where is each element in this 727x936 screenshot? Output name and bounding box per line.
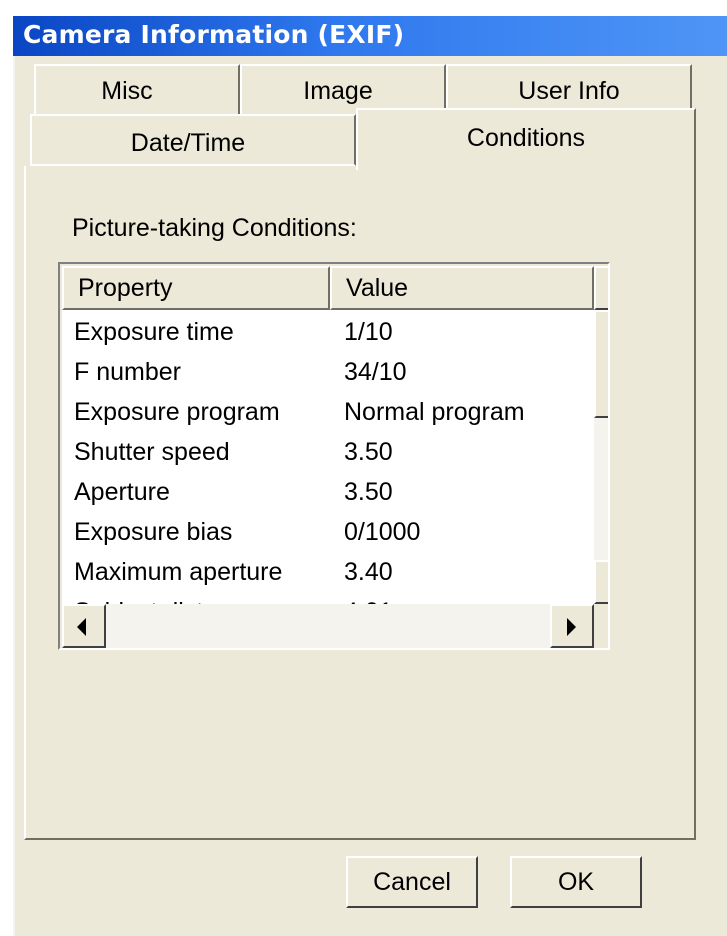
property-cell: Exposure program [74, 398, 280, 426]
tab-conditions-label: Conditions [466, 124, 586, 152]
vertical-scroll-thumb[interactable] [594, 310, 608, 418]
scroll-right-button[interactable] [550, 604, 594, 648]
value-cell: 3.40 [344, 558, 393, 586]
arrow-right-icon [567, 618, 576, 636]
list-item[interactable]: Maximum aperture 3.40 [62, 552, 594, 592]
tab-misc[interactable]: Misc [34, 64, 240, 114]
value-cell: 34/10 [344, 358, 407, 386]
property-cell: Aperture [74, 478, 170, 506]
tab-conditions[interactable]: Conditions [356, 108, 696, 170]
ok-button[interactable]: OK [510, 856, 642, 908]
vertical-scrollbar[interactable] [594, 266, 608, 604]
window-title: Camera Information (EXIF) [23, 20, 405, 49]
cancel-button[interactable]: Cancel [346, 856, 478, 908]
value-cell: Normal program [344, 398, 525, 426]
list-item[interactable]: Exposure program Normal program [62, 392, 594, 432]
scrollbar-corner [594, 604, 608, 648]
tab-user-info[interactable]: User Info [446, 64, 692, 114]
list-item[interactable]: Aperture 3.50 [62, 472, 594, 512]
list-item[interactable]: Exposure bias 0/1000 [62, 512, 594, 552]
value-cell: 3.50 [344, 478, 393, 506]
scroll-down-button[interactable] [594, 560, 608, 604]
tab-date-time-label: Date/Time [130, 129, 246, 157]
property-cell: F number [74, 358, 181, 386]
property-cell: Shutter speed [74, 438, 230, 466]
value-cell: 3.50 [344, 438, 393, 466]
tab-misc-label: Misc [101, 77, 153, 105]
property-cell: Exposure bias [74, 518, 233, 546]
column-header-value[interactable]: Value [330, 266, 594, 310]
tab-date-time[interactable]: Date/Time [30, 114, 356, 166]
horizontal-scrollbar[interactable] [62, 604, 594, 648]
list-item[interactable]: Exposure time 1/10 [62, 312, 594, 352]
column-header-property[interactable]: Property [62, 266, 330, 310]
arrow-left-icon [77, 618, 86, 636]
property-cell: Exposure time [74, 318, 234, 346]
property-cell: Maximum aperture [74, 558, 283, 586]
scroll-up-button[interactable] [594, 266, 608, 310]
tab-image[interactable]: Image [240, 64, 446, 114]
conditions-label: Picture-taking Conditions: [72, 214, 357, 242]
conditions-list[interactable]: Property Value Exposure time 1/10 F numb… [58, 262, 610, 650]
list-body: Property Value Exposure time 1/10 F numb… [62, 266, 608, 648]
value-cell: 0/1000 [344, 518, 421, 546]
list-item[interactable]: F number 34/10 [62, 352, 594, 392]
scroll-left-button[interactable] [62, 604, 106, 648]
title-bar[interactable]: Camera Information (EXIF) [13, 16, 727, 56]
value-cell: 1/10 [344, 318, 393, 346]
list-item[interactable]: Shutter speed 3.50 [62, 432, 594, 472]
